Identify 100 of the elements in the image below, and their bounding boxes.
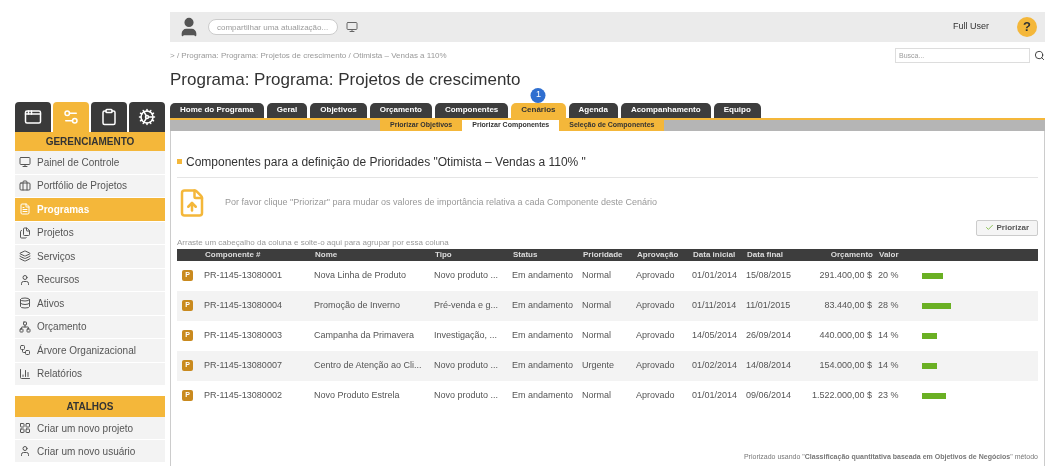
column-header[interactable]: Orçamento xyxy=(805,248,879,261)
check-icon xyxy=(984,223,994,232)
bullet-icon xyxy=(177,159,182,164)
table-cell-text: Promoção de Inverno xyxy=(314,298,402,312)
tab[interactable]: Acompanhamento xyxy=(620,102,711,118)
notification-badge: 1 xyxy=(530,87,546,103)
column-header[interactable]: Data final xyxy=(747,248,805,261)
section-header: ATALHOS xyxy=(15,396,165,417)
help-button[interactable]: ? xyxy=(1017,17,1037,37)
table-cell-text: 01/02/2014 xyxy=(692,358,739,372)
sidebar-item[interactable]: Serviços xyxy=(15,245,165,269)
table-cell-text: 15/08/2015 xyxy=(746,268,793,282)
table-cell-text: 11/01/2015 xyxy=(746,298,792,312)
tab[interactable]: Componentes xyxy=(434,102,509,118)
clipboard-icon xyxy=(100,108,118,126)
table-cell-text: Urgente xyxy=(582,358,616,372)
table-cell-text: Pré-venda e g... xyxy=(434,298,500,312)
table-cell-text: Normal xyxy=(582,328,612,342)
tab[interactable]: Agenda xyxy=(568,102,618,118)
tab[interactable]: Home do Programa xyxy=(170,102,264,118)
table-cell-text: 01/01/2014 xyxy=(692,268,739,282)
tab[interactable]: Equipo xyxy=(713,102,761,118)
table-cell-text: Nova Linha de Produto xyxy=(314,268,408,282)
section-header: GERENCIAMENTO xyxy=(15,132,165,151)
sidebar-item[interactable]: Portfólio de Projetos xyxy=(15,174,165,198)
sidebar-tab[interactable] xyxy=(129,102,165,132)
table-cell-text: 09/06/2014 xyxy=(746,388,793,402)
search-icon[interactable] xyxy=(1034,50,1045,61)
column-header[interactable]: Componente # xyxy=(205,248,315,261)
value-bar xyxy=(922,392,947,399)
monitor-icon xyxy=(19,156,31,169)
prioritize-button[interactable]: Priorizar xyxy=(975,219,1038,236)
table-cell-text: Aprovado xyxy=(636,388,676,402)
table-cell-text: 1.522.000,00 $ xyxy=(810,388,873,402)
value-bar xyxy=(922,272,943,279)
stack-icon xyxy=(19,297,31,310)
table-cell-text: 154.000,00 $ xyxy=(818,358,873,372)
column-header[interactable]: Nome xyxy=(315,248,435,261)
table-cell-text: 14/05/2014 xyxy=(692,328,739,342)
column-header[interactable]: Data inicial xyxy=(693,248,747,261)
sidebar-item[interactable]: Relatórios xyxy=(15,362,165,386)
table-cell-text: Normal xyxy=(582,388,612,402)
table-cell-text: Em andamento xyxy=(512,358,575,372)
share-field[interactable]: compartilhar uma atualização... xyxy=(208,19,338,35)
table-cell-text: Investigação, ... xyxy=(434,328,499,342)
sidebar-tab[interactable] xyxy=(15,102,51,132)
sidebar-item[interactable]: Árvore Organizacional xyxy=(15,339,165,363)
chart-icon xyxy=(19,367,31,380)
value-bar xyxy=(922,362,937,369)
table-cell-text: 26/09/2014 xyxy=(746,328,793,342)
column-header[interactable]: Valor xyxy=(879,248,915,261)
group-hint: Arraste um cabeçalho da coluna e solte-o aqui para agrupar por essa coluna xyxy=(177,236,450,249)
table-cell-text: PR-1145-13080002 xyxy=(204,388,283,402)
table-cell-text: Aprovado xyxy=(636,328,676,342)
table-cell-text: 01/11/2014 xyxy=(692,298,738,312)
column-header[interactable]: Status xyxy=(513,248,583,261)
table-cell-text: Novo Produto Estrela xyxy=(314,388,401,402)
table-cell-text: 20 % xyxy=(878,268,900,282)
table-cell-text: Aprovado xyxy=(636,268,676,282)
table-cell-text: Aprovado xyxy=(636,358,676,372)
column-header[interactable]: Tipo xyxy=(435,248,513,261)
table-cell-text: Em andamento xyxy=(512,298,575,312)
table-cell-text: Em andamento xyxy=(512,388,575,402)
table-cell-text: PR-1145-13080001 xyxy=(204,268,283,282)
table-cell-text: Normal xyxy=(582,268,612,282)
tab[interactable]: Cenários xyxy=(511,102,566,118)
table-cell-text: PR-1145-13080007 xyxy=(204,358,283,372)
tab[interactable]: Orçamento xyxy=(369,102,432,118)
table-cell-text: Aprovado xyxy=(636,298,676,312)
value-bar xyxy=(922,302,952,309)
user-icon xyxy=(19,273,31,286)
shortcut-link[interactable]: Criar um novo projeto xyxy=(15,417,165,440)
sidebar-item[interactable]: Orçamento xyxy=(15,315,165,339)
monitor-icon[interactable] xyxy=(346,21,358,33)
table-cell-text: Centro de Atenção ao Cli... xyxy=(314,358,423,372)
user-icon xyxy=(19,445,31,457)
gear-icon xyxy=(138,108,156,126)
table-cell-text: PR-1145-13080004 xyxy=(204,298,283,312)
table-cell-text: 14/08/2014 xyxy=(746,358,793,372)
section-title: Componentes para a definição de Prioridades "Otimista – Vendas a 110% " xyxy=(186,153,586,171)
tab[interactable]: Geral xyxy=(266,102,308,118)
briefcase-icon xyxy=(19,179,31,192)
table-cell-text: 291.400,00 $ xyxy=(818,268,873,282)
tab[interactable]: Objetivos xyxy=(310,102,367,118)
sidebar-item[interactable]: Recursos xyxy=(15,268,165,292)
window-icon xyxy=(24,108,42,126)
sidebar-item[interactable]: Painel de Controle xyxy=(15,151,165,175)
sidebar-item[interactable]: Projetos xyxy=(15,221,165,245)
table-cell-text: Em andamento xyxy=(512,268,575,282)
column-header[interactable]: Prioridade xyxy=(583,248,637,261)
table-cell-text: 01/01/2014 xyxy=(692,388,739,402)
hint-text: Por favor clique "Priorizar" para mudar os valores de importância relativa a cada Componente deste Cenário xyxy=(225,195,658,209)
sidebar-tab[interactable] xyxy=(91,102,127,132)
column-header[interactable]: Aprovação xyxy=(637,248,693,261)
table-cell-text: 23 % xyxy=(878,388,900,402)
table-cell-text: Novo produto ... xyxy=(434,388,500,402)
user-menu[interactable]: Full User xyxy=(953,20,989,34)
shortcut-link[interactable]: Criar um novo usuário xyxy=(15,440,165,463)
table-cell-text: PR-1145-13080003 xyxy=(204,328,283,342)
sidebar-item[interactable]: Ativos xyxy=(15,292,165,316)
